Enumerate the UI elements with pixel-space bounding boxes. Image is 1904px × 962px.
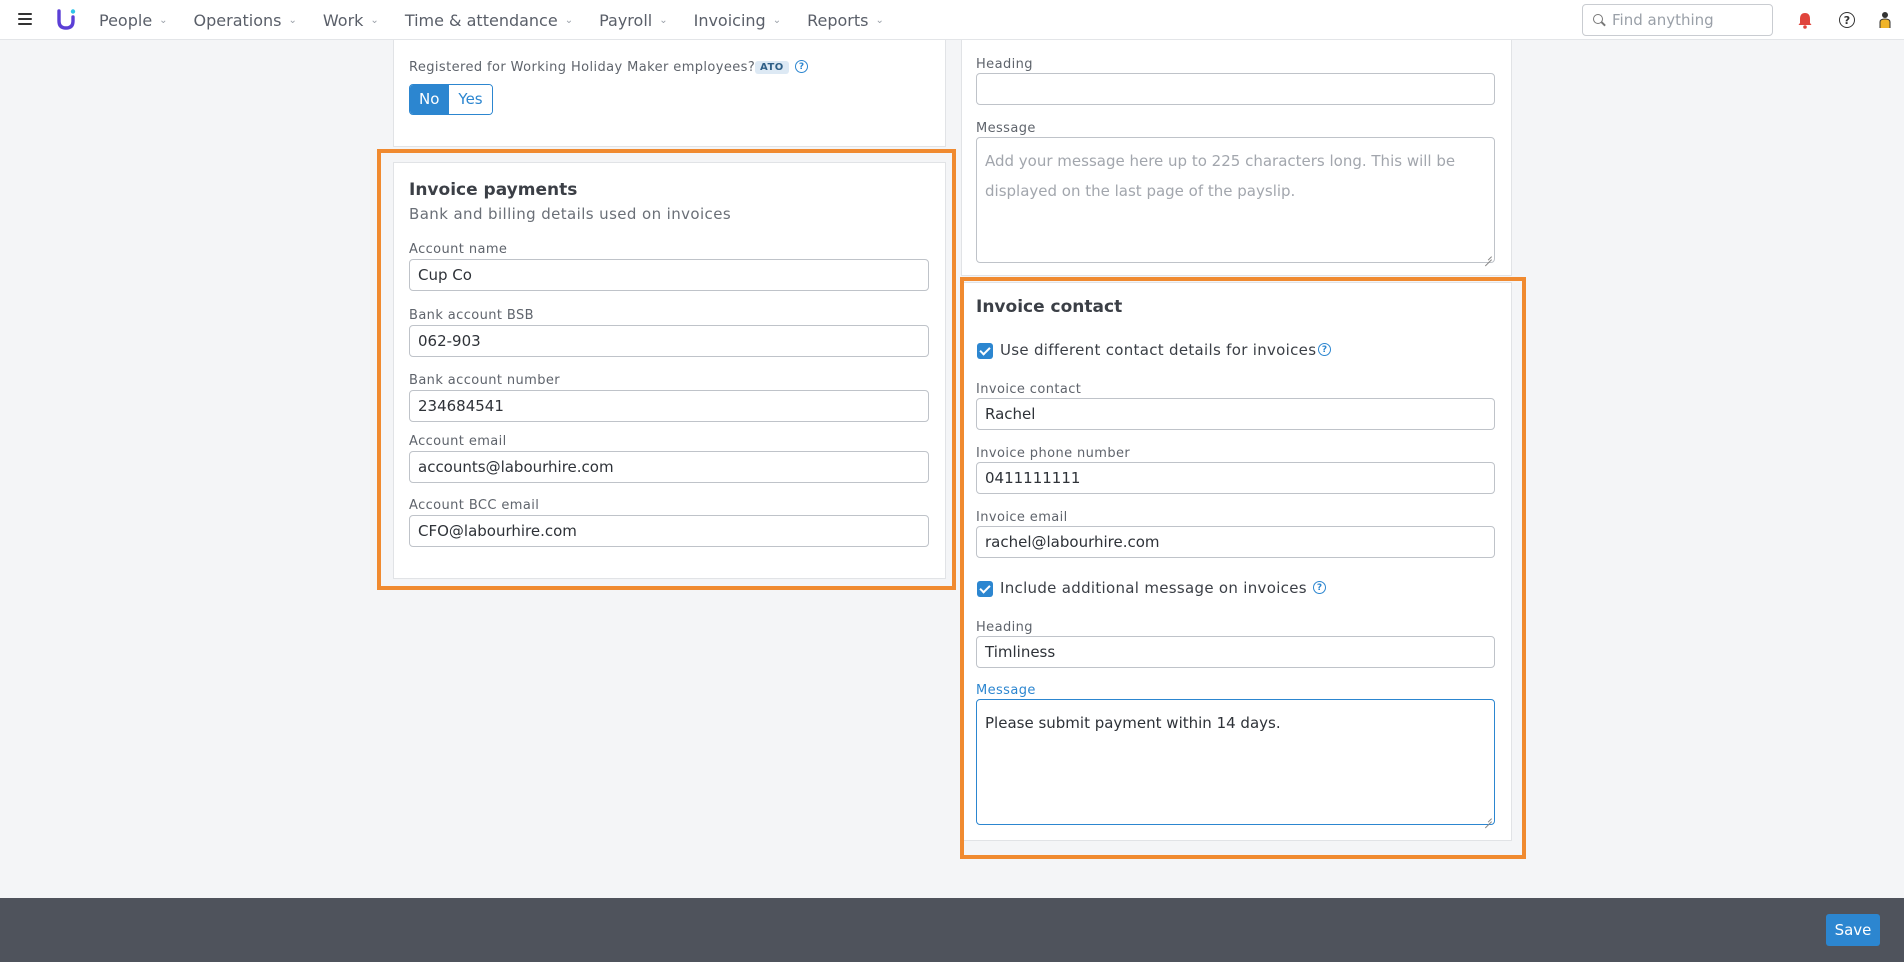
top-navigation-bar: People ⌄ Operations ⌄ Work ⌄ Time & attenda…	[0, 0, 1904, 40]
invoice-contact-label: Invoice contact	[976, 382, 1082, 397]
bcc-email-label: Account BCC email	[409, 498, 540, 513]
nav-payroll[interactable]: Payroll ⌄	[599, 11, 668, 30]
invoice-contact-field[interactable]: Rachel	[976, 398, 1495, 430]
invoice-heading-label: Heading	[976, 620, 1033, 635]
account-email-field[interactable]: accounts@labourhire.com	[409, 451, 929, 483]
resize-grip-icon[interactable]	[1484, 814, 1492, 822]
account-number-label: Bank account number	[409, 373, 561, 388]
global-search[interactable]	[1582, 4, 1773, 36]
use-different-contact-checkbox[interactable]	[977, 343, 993, 359]
payslip-heading-field[interactable]	[976, 73, 1495, 105]
chevron-down-icon: ⌄	[772, 14, 782, 26]
invoice-message-text: Please submit payment within 14 days.	[985, 714, 1281, 732]
invoice-payments-subtitle: Bank and billing details used on invoice…	[409, 205, 732, 223]
use-different-contact-label: Use different contact details for invoic…	[1000, 341, 1317, 359]
search-icon	[1593, 14, 1605, 26]
whm-help-icon[interactable]: ?	[795, 60, 808, 73]
nav-invoicing[interactable]: Invoicing ⌄	[694, 11, 782, 30]
nav-work[interactable]: Work ⌄	[323, 11, 379, 30]
resize-grip-icon[interactable]	[1484, 252, 1492, 260]
whm-no-button[interactable]: No	[410, 85, 449, 114]
nav-invoicing-label: Invoicing	[693, 10, 766, 30]
account-number-field[interactable]: 234684541	[409, 390, 929, 422]
use-different-help-icon[interactable]: ?	[1318, 343, 1331, 356]
payslip-heading-label: Heading	[976, 57, 1033, 72]
search-input[interactable]	[1612, 11, 1762, 29]
invoice-phone-label: Invoice phone number	[976, 446, 1131, 461]
account-name-field[interactable]: Cup Co	[409, 259, 929, 291]
whm-yes-button[interactable]: Yes	[448, 85, 492, 114]
invoice-message-label: Message	[976, 683, 1036, 698]
include-message-help-icon[interactable]: ?	[1313, 581, 1326, 594]
payslip-message-textarea[interactable]: Add your message here up to 225 characte…	[976, 137, 1495, 263]
invoice-heading-field[interactable]: Timliness	[976, 636, 1495, 668]
nav-reports[interactable]: Reports ⌄	[807, 11, 884, 30]
include-message-checkbox[interactable]	[977, 581, 993, 597]
invoice-email-label: Invoice email	[976, 510, 1068, 525]
chevron-down-icon: ⌄	[159, 14, 168, 26]
invoice-payments-title: Invoice payments	[409, 180, 578, 200]
chevron-down-icon: ⌄	[564, 14, 574, 26]
invoice-message-textarea[interactable]: Please submit payment within 14 days.	[976, 699, 1495, 825]
nav-operations[interactable]: Operations ⌄	[194, 11, 297, 30]
chevron-down-icon: ⌄	[875, 14, 884, 26]
chevron-down-icon: ⌄	[659, 14, 668, 26]
bsb-field[interactable]: 062-903	[409, 325, 929, 357]
invoice-contact-title: Invoice contact	[976, 297, 1123, 317]
user-profile-icon[interactable]	[1878, 11, 1892, 29]
nav-people-label: People	[99, 10, 153, 30]
nav-time-attendance[interactable]: Time & attendance ⌄	[405, 11, 573, 30]
chevron-down-icon: ⌄	[288, 14, 297, 26]
invoice-phone-field[interactable]: 0411111111	[976, 462, 1495, 494]
nav-people[interactable]: People ⌄	[99, 11, 168, 30]
notification-bell-icon[interactable]	[1797, 12, 1813, 29]
account-name-label: Account name	[409, 242, 508, 257]
help-icon[interactable]: ?	[1839, 12, 1855, 28]
nav-work-label: Work	[322, 10, 364, 30]
save-button[interactable]: Save	[1826, 914, 1880, 946]
invoice-email-field[interactable]: rachel@labourhire.com	[976, 526, 1495, 558]
include-message-label: Include additional message on invoices	[1000, 579, 1307, 597]
whm-toggle: No Yes	[409, 84, 493, 115]
nav-operations-label: Operations	[193, 10, 282, 30]
bsb-label: Bank account BSB	[409, 308, 534, 323]
footer-bar	[0, 898, 1904, 962]
nav-time-attendance-label: Time & attendance	[404, 10, 558, 30]
main-nav: People ⌄ Operations ⌄ Work ⌄ Time & attenda…	[99, 0, 910, 40]
nav-payroll-label: Payroll	[599, 10, 653, 30]
payslip-message-label: Message	[976, 121, 1036, 136]
hamburger-menu-icon[interactable]	[18, 13, 32, 25]
whm-question-label: Registered for Working Holiday Maker emp…	[409, 60, 756, 75]
ato-badge: ATO	[755, 61, 789, 74]
account-email-label: Account email	[409, 434, 507, 449]
nav-reports-label: Reports	[807, 10, 869, 30]
payslip-message-placeholder: Add your message here up to 225 characte…	[985, 152, 1456, 200]
chevron-down-icon: ⌄	[370, 14, 379, 26]
bcc-email-field[interactable]: CFO@labourhire.com	[409, 515, 929, 547]
app-logo[interactable]	[56, 7, 76, 33]
